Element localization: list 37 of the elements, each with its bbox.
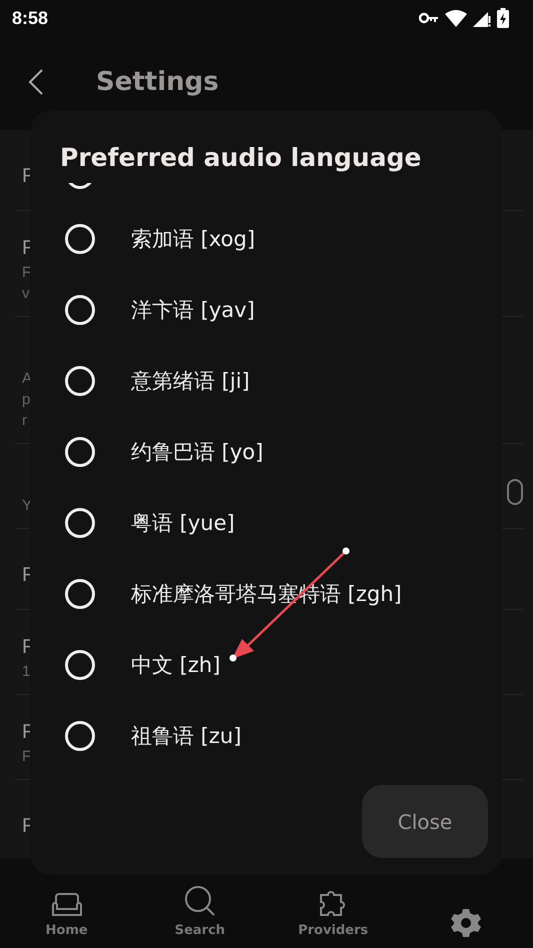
status-time: 8:58 <box>12 8 48 28</box>
battery-icon <box>497 8 509 28</box>
setting-text: p <box>22 391 32 408</box>
radio-button[interactable] <box>65 436 95 466</box>
nav-tab[interactable]: Providers <box>288 887 378 938</box>
wifi-icon <box>445 10 467 26</box>
gear-icon <box>451 908 482 938</box>
radio-button[interactable] <box>65 720 95 750</box>
language-option[interactable]: 粤语 [yue] <box>131 508 235 536</box>
language-option[interactable]: 祖鲁语 [zu] <box>131 722 242 750</box>
setting-text: r <box>22 412 28 429</box>
toggle-switch[interactable] <box>507 479 523 505</box>
setting-text: 1 <box>22 663 32 680</box>
nav-tab[interactable]: Home <box>22 893 112 938</box>
radio-button[interactable] <box>65 650 95 680</box>
dialog-title: Preferred audio language <box>59 142 422 174</box>
search-icon <box>184 885 216 917</box>
close-button[interactable]: Close <box>362 785 488 858</box>
language-option[interactable]: 中文 [zh] <box>131 650 220 678</box>
language-option[interactable]: 意第绪语 [ji] <box>131 366 250 394</box>
language-option[interactable]: 索加语 [xog] <box>131 224 256 252</box>
language-option[interactable]: 洋卞语 [yav] <box>131 296 255 324</box>
back-icon[interactable] <box>28 69 44 95</box>
setting-text: F <box>22 264 32 281</box>
page-title: Settings <box>96 67 219 97</box>
setting-text: F <box>22 748 32 765</box>
radio-button[interactable] <box>65 578 95 608</box>
setting-text: v <box>22 285 30 302</box>
nav-tab[interactable]: Search <box>154 885 245 938</box>
language-option[interactable]: 约鲁巴语 [yo] <box>131 438 264 466</box>
sofa-icon <box>50 893 83 917</box>
radio-button[interactable] <box>65 224 95 254</box>
radio-button[interactable] <box>65 508 95 538</box>
radio-button[interactable] <box>65 294 95 324</box>
signal-icon <box>473 10 491 26</box>
key-icon <box>419 12 439 24</box>
radio-button[interactable] <box>65 366 95 396</box>
